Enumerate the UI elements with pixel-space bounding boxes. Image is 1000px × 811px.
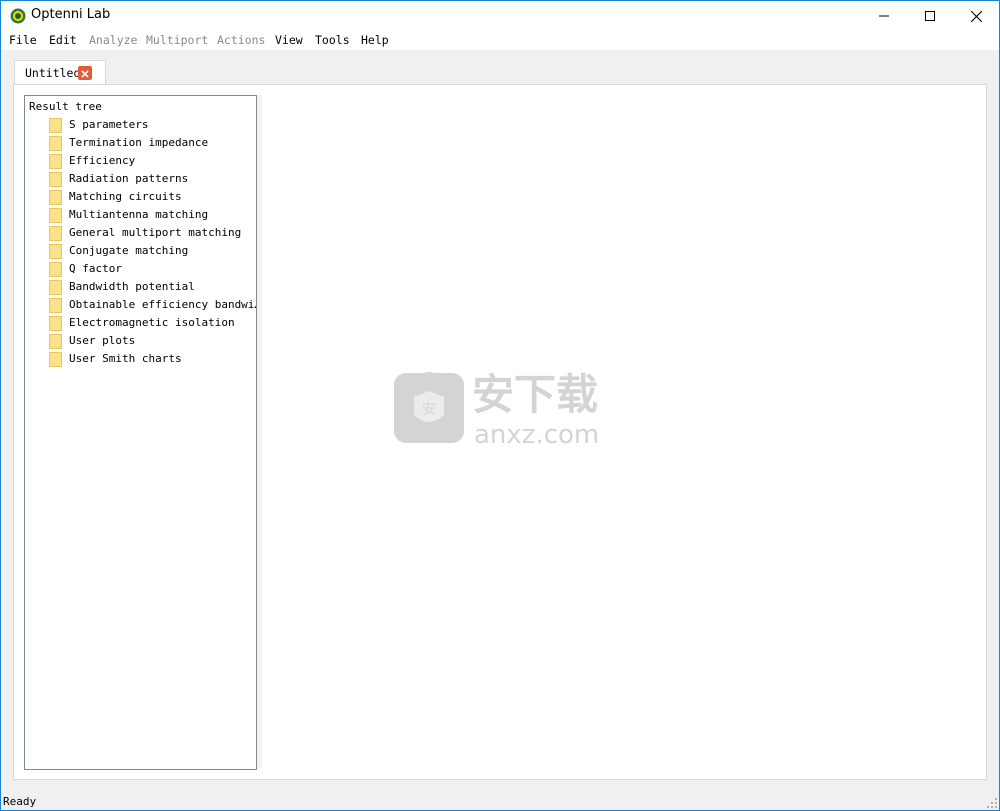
- tab-untitled[interactable]: Untitled: [14, 60, 106, 85]
- main-panel: Result tree S parameters Termination imp…: [13, 84, 987, 780]
- close-button[interactable]: [953, 1, 999, 31]
- tree-root-label[interactable]: Result tree: [29, 100, 102, 113]
- folder-icon: [49, 172, 62, 187]
- status-bar: Ready: [1, 791, 999, 810]
- folder-icon: [49, 280, 62, 295]
- tree-item-user-plots[interactable]: User plots: [49, 333, 249, 350]
- menu-file[interactable]: File: [9, 33, 37, 47]
- folder-icon: [49, 262, 62, 277]
- title-bar[interactable]: Optenni Lab: [1, 1, 999, 31]
- minimize-icon: [879, 15, 889, 17]
- menu-bar: File Edit Analyze Multiport Actions View…: [1, 31, 999, 50]
- close-icon: [81, 70, 89, 78]
- menu-edit[interactable]: Edit: [49, 33, 77, 47]
- tree-item-user-smith-charts[interactable]: User Smith charts: [49, 351, 249, 368]
- folder-icon: [49, 190, 62, 205]
- tree-item-termination-impedance[interactable]: Termination impedance: [49, 135, 249, 152]
- folder-icon: [49, 136, 62, 151]
- minimize-button[interactable]: [861, 1, 907, 31]
- folder-icon: [49, 154, 62, 169]
- tree-item-general-multiport-matching[interactable]: General multiport matching: [49, 225, 249, 242]
- tree-item-obtainable-efficiency-bandwidth[interactable]: Obtainable efficiency bandwi…: [49, 297, 256, 314]
- folder-icon: [49, 298, 62, 313]
- tree-item-radiation-patterns[interactable]: Radiation patterns: [49, 171, 249, 188]
- tab-label: Untitled: [25, 66, 81, 80]
- close-icon: [970, 10, 982, 22]
- menu-tools[interactable]: Tools: [315, 33, 350, 47]
- menu-view[interactable]: View: [275, 33, 303, 47]
- folder-icon: [49, 352, 62, 367]
- folder-icon: [49, 118, 62, 133]
- tree-item-bandwidth-potential[interactable]: Bandwidth potential: [49, 279, 249, 296]
- tree-item-q-factor[interactable]: Q factor: [49, 261, 249, 278]
- folder-icon: [49, 208, 62, 223]
- folder-icon: [49, 316, 62, 331]
- maximize-icon: [925, 11, 935, 21]
- tree-item-s-parameters[interactable]: S parameters: [49, 117, 249, 134]
- menu-multiport[interactable]: Multiport: [146, 33, 208, 47]
- folder-icon: [49, 226, 62, 241]
- menu-actions[interactable]: Actions: [217, 33, 265, 47]
- pane-splitter[interactable]: [257, 95, 262, 768]
- tree-item-efficiency[interactable]: Efficiency: [49, 153, 249, 170]
- menu-help[interactable]: Help: [361, 33, 389, 47]
- tree-item-matching-circuits[interactable]: Matching circuits: [49, 189, 249, 206]
- tree-item-conjugate-matching[interactable]: Conjugate matching: [49, 243, 249, 260]
- tree-item-multiantenna-matching[interactable]: Multiantenna matching: [49, 207, 249, 224]
- resize-grip-icon[interactable]: [987, 798, 997, 808]
- tab-close-button[interactable]: [78, 66, 92, 80]
- menu-analyze[interactable]: Analyze: [89, 33, 137, 47]
- window-title: Optenni Lab: [31, 7, 111, 22]
- result-tree[interactable]: Result tree S parameters Termination imp…: [24, 95, 257, 770]
- watermark-cn-text: 安下载: [472, 370, 598, 419]
- maximize-button[interactable]: [907, 1, 953, 31]
- watermark-logo: 安 安下载 anxz.com: [394, 363, 624, 453]
- app-window: Optenni Lab File Edit Analyze Multiport …: [0, 0, 1000, 811]
- watermark-url-text: anxz.com: [474, 420, 599, 450]
- folder-icon: [49, 334, 62, 349]
- watermark-shield-char: 安: [422, 402, 436, 418]
- tree-item-electromagnetic-isolation[interactable]: Electromagnetic isolation: [49, 315, 249, 332]
- status-text: Ready: [3, 795, 37, 808]
- app-logo-icon: [10, 8, 26, 24]
- folder-icon: [49, 244, 62, 259]
